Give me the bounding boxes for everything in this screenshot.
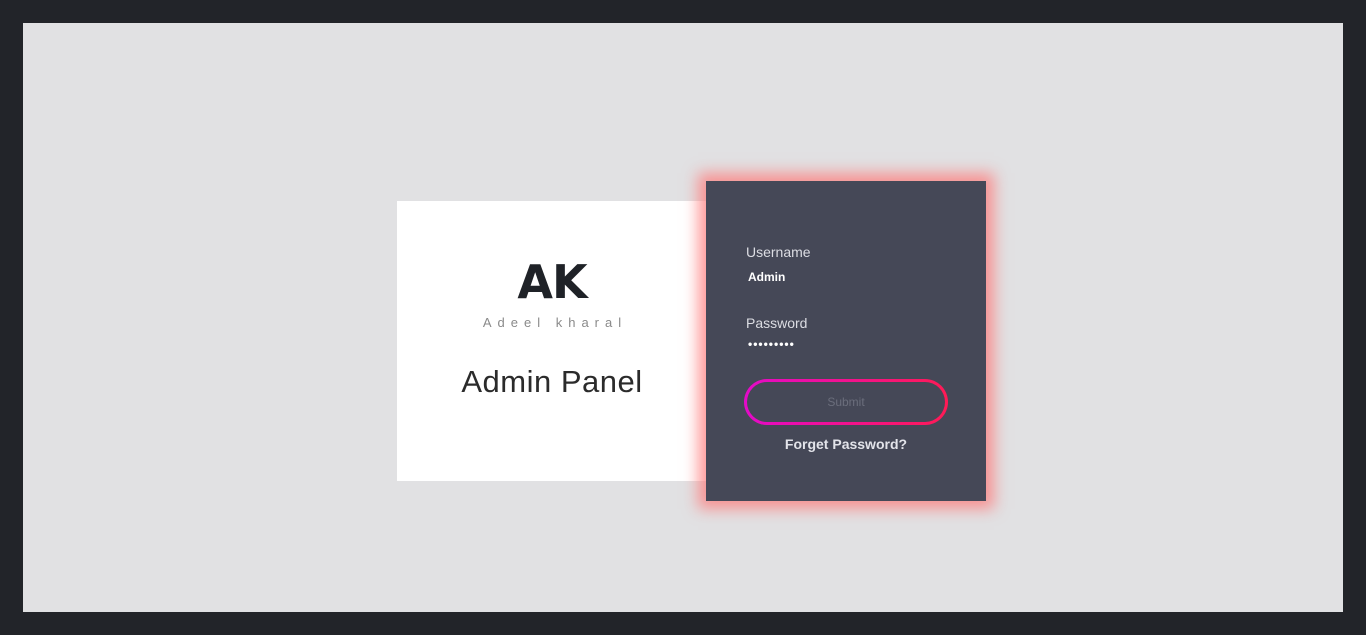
- submit-button[interactable]: Submit: [747, 382, 945, 422]
- username-field[interactable]: [746, 267, 950, 287]
- panel-title: Admin Panel: [461, 364, 643, 399]
- password-field[interactable]: •••••••••: [746, 334, 950, 354]
- brand-card: AK Adeel kharal Admin Panel: [397, 201, 707, 481]
- page-background: AK Adeel kharal Admin Panel Username Pas…: [23, 23, 1343, 612]
- brand-logo: AK: [517, 255, 587, 309]
- login-card: Username Password ••••••••• Submit Forge…: [706, 181, 986, 501]
- username-label: Username: [746, 244, 811, 260]
- password-label: Password: [746, 315, 808, 331]
- forget-password-link[interactable]: Forget Password?: [706, 436, 986, 452]
- brand-subtitle: Adeel kharal: [482, 315, 628, 330]
- submit-button-border: Submit: [744, 379, 948, 425]
